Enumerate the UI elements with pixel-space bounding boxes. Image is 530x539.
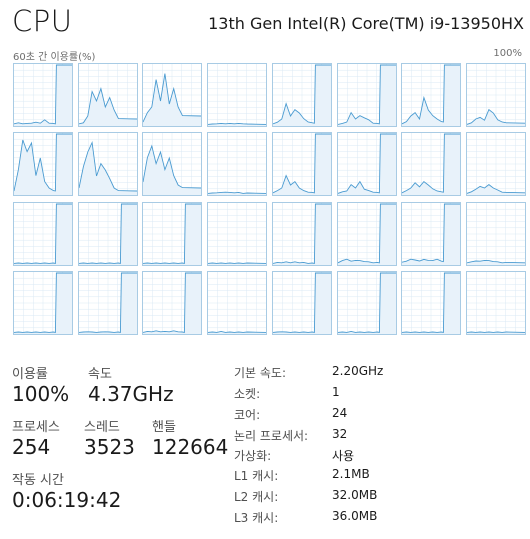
spec-label-sockets: 소켓: xyxy=(234,387,261,401)
core-graph-18[interactable] xyxy=(142,201,203,266)
spec-label-l3-cache: L3 캐시: xyxy=(234,511,279,525)
core-graph-22[interactable] xyxy=(401,201,462,266)
core-graph-3[interactable] xyxy=(207,63,268,127)
core-graph-plot xyxy=(466,202,525,265)
core-graph-plot xyxy=(14,271,72,334)
spec-value-virtualization: 사용 xyxy=(332,449,355,463)
core-graph-23[interactable] xyxy=(465,201,526,266)
core-graph-plot xyxy=(337,202,396,265)
threads-value: 3523 xyxy=(84,435,135,459)
threads-label: 스레드 xyxy=(84,420,120,435)
graph-y-max-label: 100% xyxy=(493,48,522,59)
core-graph-plot xyxy=(143,271,202,334)
core-graph-plot xyxy=(337,271,396,334)
core-graph-plot xyxy=(143,64,202,126)
spec-value-logical-processors: 32 xyxy=(332,427,348,441)
core-graph-14[interactable] xyxy=(401,132,462,197)
processes-value: 254 xyxy=(12,435,51,459)
spec-value-l2-cache: 32.0MB xyxy=(332,488,378,502)
core-graph-plot xyxy=(272,202,331,265)
core-graph-19[interactable] xyxy=(207,201,268,266)
core-graph-plot xyxy=(208,271,267,334)
core-graph-plot xyxy=(466,271,525,334)
core-graph-plot xyxy=(143,202,202,265)
core-graph-plot xyxy=(402,133,461,196)
core-graph-13[interactable] xyxy=(336,132,397,197)
spec-label-virtualization: 가상화: xyxy=(234,449,272,463)
core-graph-16[interactable] xyxy=(13,201,73,266)
spec-label-base-speed: 기본 속도: xyxy=(234,366,287,380)
spec-label-l2-cache: L2 캐시: xyxy=(234,490,279,504)
core-graph-25[interactable] xyxy=(77,270,138,335)
core-graph-29[interactable] xyxy=(336,270,397,335)
core-graph-17[interactable] xyxy=(77,201,138,266)
core-graph-4[interactable] xyxy=(271,63,332,127)
core-graph-2[interactable] xyxy=(142,63,203,127)
core-graph-plot xyxy=(272,133,331,196)
core-graph-plot xyxy=(272,64,331,126)
core-graph-6[interactable] xyxy=(401,63,462,127)
core-graph-1[interactable] xyxy=(77,63,138,127)
core-graph-plot xyxy=(14,64,72,126)
graph-axis-labels: 60초 간 이용률(%) 100% xyxy=(0,46,530,63)
core-graph-10[interactable] xyxy=(142,132,203,197)
core-graph-plot xyxy=(78,64,137,126)
spec-label-logical-processors: 논리 프로세서: xyxy=(234,429,309,443)
core-graph-31[interactable] xyxy=(465,270,526,335)
core-graph-plot xyxy=(78,202,137,265)
speed-label: 속도 xyxy=(88,367,112,382)
core-graph-28[interactable] xyxy=(271,270,332,335)
speed-value: 4.37GHz xyxy=(88,382,174,406)
spec-value-sockets: 1 xyxy=(332,385,340,399)
core-graph-27[interactable] xyxy=(207,270,268,335)
core-graph-plot xyxy=(272,271,331,334)
core-graph-plot xyxy=(402,64,461,126)
core-graph-26[interactable] xyxy=(142,270,203,335)
spec-label-l1-cache: L1 캐시: xyxy=(234,469,279,483)
core-graph-plot xyxy=(208,64,267,126)
uptime-value: 0:06:19:42 xyxy=(12,488,122,512)
logical-processor-graph-grid[interactable] xyxy=(13,63,526,335)
utilization-label: 이용률 xyxy=(12,367,48,382)
core-graph-plot xyxy=(337,133,396,196)
core-graph-15[interactable] xyxy=(465,132,526,197)
utilization-value: 100% xyxy=(12,382,70,406)
core-graph-24[interactable] xyxy=(13,270,73,335)
core-graph-plot xyxy=(466,64,525,126)
uptime-label: 작동 시간 xyxy=(12,473,64,488)
core-graph-plot xyxy=(208,133,267,196)
handles-label: 핸들 xyxy=(152,420,176,435)
core-graph-plot xyxy=(402,271,461,334)
spec-value-cores: 24 xyxy=(332,406,348,420)
core-graph-plot xyxy=(14,133,72,196)
cpu-model-name: 13th Gen Intel(R) Core(TM) i9-13950HX xyxy=(208,14,524,33)
core-graph-plot xyxy=(337,64,396,126)
handles-value: 122664 xyxy=(152,435,229,459)
spec-label-cores: 코어: xyxy=(234,408,261,422)
core-graph-plot xyxy=(78,133,137,196)
spec-value-l3-cache: 36.0MB xyxy=(332,509,378,523)
core-graph-8[interactable] xyxy=(13,132,73,197)
core-graph-plot xyxy=(78,271,137,334)
core-graph-plot xyxy=(402,202,461,265)
core-graph-plot xyxy=(143,133,202,196)
spec-value-l1-cache: 2.1MB xyxy=(332,467,370,481)
core-graph-plot xyxy=(208,202,267,265)
spec-value-base-speed: 2.20GHz xyxy=(332,364,384,378)
core-graph-plot xyxy=(466,133,525,196)
core-graph-9[interactable] xyxy=(77,132,138,197)
core-graph-20[interactable] xyxy=(271,201,332,266)
page-title: CPU xyxy=(12,4,73,38)
core-graph-plot xyxy=(14,202,72,265)
core-graph-0[interactable] xyxy=(13,63,73,127)
graph-y-axis-label: 60초 간 이용률(%) xyxy=(13,52,96,63)
core-graph-21[interactable] xyxy=(336,201,397,266)
processes-label: 프로세스 xyxy=(12,420,60,435)
core-graph-11[interactable] xyxy=(207,132,268,197)
core-graph-7[interactable] xyxy=(465,63,526,127)
core-graph-30[interactable] xyxy=(401,270,462,335)
core-graph-5[interactable] xyxy=(336,63,397,127)
core-graph-12[interactable] xyxy=(271,132,332,197)
header: CPU 13th Gen Intel(R) Core(TM) i9-13950H… xyxy=(0,0,530,46)
